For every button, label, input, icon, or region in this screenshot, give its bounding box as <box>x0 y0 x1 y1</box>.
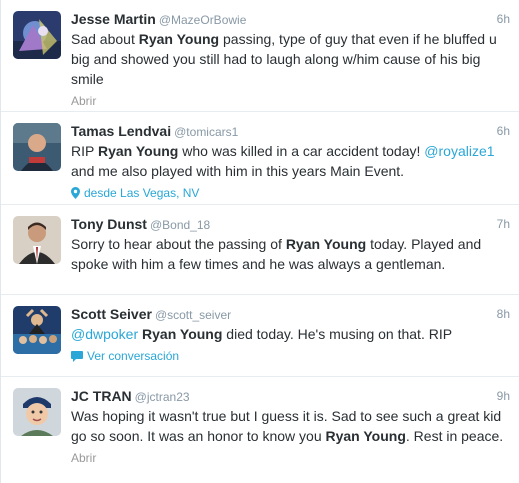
tweet[interactable]: JC TRAN @jctran23 9h Was hoping it wasn't… <box>1 377 519 483</box>
tweet-author-handle[interactable]: @scott_seiver <box>155 308 231 322</box>
tweet-author-handle[interactable]: @tomicars1 <box>174 125 238 139</box>
tweet-text: RIP Ryan Young who was killed in a car a… <box>71 141 510 181</box>
view-conversation-label[interactable]: Ver conversación <box>87 349 179 363</box>
avatar[interactable] <box>13 11 61 59</box>
tweet-highlight: Ryan Young <box>142 326 223 342</box>
tweet[interactable]: Jesse Martin @MazeOrBowie 6h Sad about Ry… <box>1 0 519 112</box>
view-conversation-link[interactable]: Ver conversación <box>71 349 179 363</box>
tweet-author-handle[interactable]: @MazeOrBowie <box>159 13 247 27</box>
tweet[interactable]: Tony Dunst @Bond_18 7h Sorry to hear abou… <box>1 205 519 295</box>
conversation-bubble-icon <box>71 351 83 362</box>
tweet-text-part: died today. He's musing on that. RIP <box>222 326 453 342</box>
tweet-text: Was hoping it wasn't true but I guess it… <box>71 406 510 446</box>
tweet-author-name[interactable]: JC TRAN <box>71 388 132 404</box>
tweet-text: Sad about Ryan Young passing, type of gu… <box>71 29 510 89</box>
tweet[interactable]: Tamas Lendvai @tomicars1 6h RIP Ryan Youn… <box>1 112 519 205</box>
tweet-text-part: Sorry to hear about the passing of <box>71 236 286 252</box>
tweet-text-part: RIP <box>71 143 98 159</box>
tweet-text-part: . Rest in peace. <box>405 428 504 444</box>
mention-link[interactable]: @royalize1 <box>424 143 494 159</box>
profile-avatar-icon <box>13 388 61 436</box>
tweet-text-part: and me also played with him in this year… <box>71 163 405 179</box>
tweet-highlight: Ryan Young <box>138 31 220 47</box>
tweet-author-name[interactable]: Scott Seiver <box>71 306 152 322</box>
location-pin-icon <box>71 187 80 199</box>
tweet-timestamp[interactable]: 6h <box>497 9 510 29</box>
avatar[interactable] <box>13 123 61 171</box>
tweet-timestamp[interactable]: 9h <box>497 386 510 406</box>
tweet-timestamp[interactable]: 6h <box>497 121 510 141</box>
tweet-author-name[interactable]: Tamas Lendvai <box>71 123 171 139</box>
tweet[interactable]: Scott Seiver @scott_seiver 8h @dwpoker Ry… <box>1 295 519 377</box>
tweet-author-name[interactable]: Tony Dunst <box>71 216 147 232</box>
location-link[interactable]: desde Las Vegas, NV <box>71 186 199 200</box>
location-label[interactable]: desde Las Vegas, NV <box>84 186 199 200</box>
tweet-text: @dwpoker Ryan Young died today. He's mus… <box>71 324 510 344</box>
mention-link[interactable]: @dwpoker <box>71 326 138 342</box>
tweet-highlight: Ryan Young <box>97 143 179 159</box>
tweet-timeline: Jesse Martin @MazeOrBowie 6h Sad about Ry… <box>0 0 519 483</box>
profile-avatar-icon <box>13 123 61 171</box>
profile-avatar-icon <box>13 11 61 59</box>
tweet-author-handle[interactable]: @jctran23 <box>135 390 190 404</box>
expand-tweet-link[interactable]: Abrir <box>71 451 96 465</box>
tweet-timestamp[interactable]: 7h <box>497 214 510 234</box>
tweet-highlight: Ryan Young <box>285 236 367 252</box>
avatar[interactable] <box>13 388 61 436</box>
avatar[interactable] <box>13 306 61 354</box>
tweet-text-part: who was killed in a car accident today! <box>178 143 425 159</box>
profile-avatar-icon <box>13 306 61 354</box>
profile-avatar-icon <box>13 216 61 264</box>
tweet-timestamp[interactable]: 8h <box>497 304 510 324</box>
tweet-text-part: Sad about <box>71 31 139 47</box>
tweet-author-name[interactable]: Jesse Martin <box>71 11 156 27</box>
expand-tweet-link[interactable]: Abrir <box>71 94 96 108</box>
avatar[interactable] <box>13 216 61 264</box>
tweet-text: Sorry to hear about the passing of Ryan … <box>71 234 510 274</box>
tweet-highlight: Ryan Young <box>325 428 406 444</box>
tweet-author-handle[interactable]: @Bond_18 <box>150 218 210 232</box>
